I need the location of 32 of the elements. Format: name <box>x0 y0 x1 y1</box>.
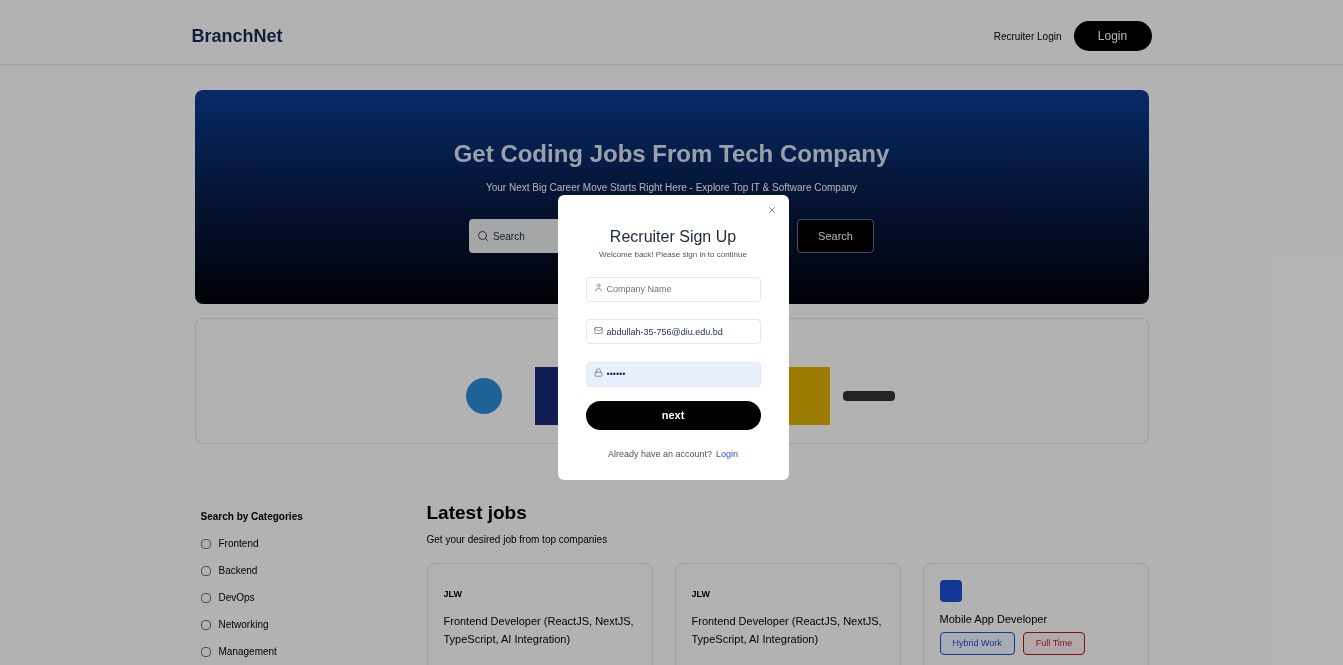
company-name-field[interactable]: Company Name <box>585 276 761 302</box>
hero-title: Get Coding Jobs From Tech Company <box>453 139 890 169</box>
job-card[interactable]: JLW Frontend Developer (ReactJS, NextJS, TypeScript, AI Integration) <box>674 562 901 665</box>
hero-subtitle: Your Next Big Career Move Starts Right Here - Explore Top IT & Software Company <box>485 181 858 195</box>
recruiter-login-link[interactable]: Recruiter Login <box>993 28 1062 44</box>
job-title: Mobile App Developer <box>939 611 1049 627</box>
section-title: Latest jobs <box>426 501 528 525</box>
company-logo: JLW <box>691 588 710 599</box>
job-tag: Full Time <box>1022 631 1086 655</box>
next-button[interactable]: next <box>585 400 761 430</box>
login-link[interactable]: Login <box>716 447 739 461</box>
job-title: Frontend Developer (ReactJS, NextJS, TypeScript, AI Integration) <box>443 613 635 647</box>
modal-subtitle: Welcome back! Please sign in to continue <box>599 249 747 261</box>
login-button[interactable]: Login <box>1073 21 1152 51</box>
password-field[interactable]: •••••• <box>585 361 761 387</box>
job-card[interactable]: JLW Frontend Developer (ReactJS, NextJS, TypeScript, AI Integration) <box>426 562 653 665</box>
modal-title: Recruiter Sign Up <box>609 227 737 247</box>
category-checkbox[interactable]: Frontend <box>200 536 427 551</box>
sidebar-title: Search by Categories <box>200 510 304 524</box>
job-tag: Hybrid Work <box>939 631 1015 655</box>
category-checkbox[interactable]: Backend <box>200 563 427 578</box>
job-card[interactable]: Mobile App Developer Hybrid Work Full Time <box>922 562 1149 665</box>
category-checkbox[interactable]: Management <box>200 644 427 659</box>
search-button[interactable]: Search <box>797 219 874 253</box>
brand-logo[interactable]: BranchNet <box>191 22 283 50</box>
category-checkbox[interactable]: DevOps <box>200 590 427 605</box>
company-logo: JLW <box>443 588 462 599</box>
login-prompt: Already have an account? <box>607 447 712 461</box>
section-subtitle: Get your desired job from top companies <box>426 532 609 547</box>
category-checkbox[interactable]: Networking <box>200 617 427 632</box>
job-title: Frontend Developer (ReactJS, NextJS, TypeScript, AI Integration) <box>691 613 883 647</box>
email-field[interactable]: abdullah-35-756@diu.edu.bd <box>585 319 761 344</box>
